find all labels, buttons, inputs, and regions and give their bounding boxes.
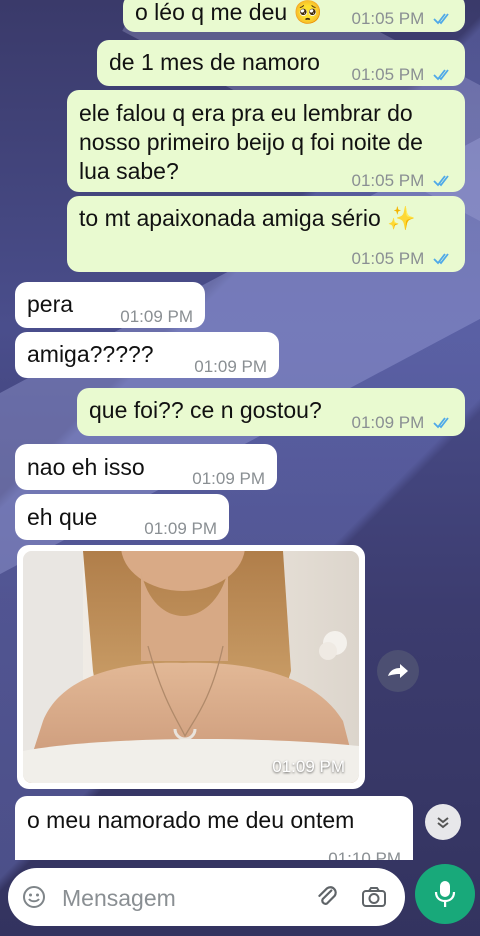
message-text: pera	[27, 291, 74, 317]
chevron-down-icon	[437, 817, 449, 829]
message-bubble-incoming[interactable]: eh que 01:09 PM	[15, 494, 229, 540]
message-bubble-outgoing[interactable]: ele falou q era pra eu lembrar do nosso …	[67, 90, 465, 192]
message-text: to mt apaixonada amiga sério ✨	[79, 205, 416, 231]
message-time: 01:09 PM	[352, 408, 454, 437]
voice-message-button[interactable]	[415, 864, 475, 924]
forward-button[interactable]	[377, 650, 419, 692]
read-ticks-icon	[433, 417, 449, 429]
message-time: 01:05 PM	[352, 60, 454, 89]
necklace-photo-illustration	[23, 551, 359, 783]
message-time: 01:09 PM	[192, 469, 265, 488]
message-bubble-outgoing[interactable]: to mt apaixonada amiga sério ✨ 01:05 PM	[67, 196, 465, 272]
message-text: o léo q me deu 🥺	[135, 0, 323, 25]
camera-icon[interactable]	[361, 885, 387, 909]
message-time: 01:09 PM	[120, 307, 193, 326]
message-bubble-outgoing[interactable]: de 1 mes de namoro 01:05 PM	[97, 40, 465, 86]
read-ticks-icon	[433, 69, 449, 81]
message-bubble-incoming[interactable]: o meu namorado me deu ontem 01:10 PM	[15, 796, 413, 860]
message-text: amiga?????	[27, 341, 154, 367]
read-ticks-icon	[433, 253, 449, 265]
message-bubble-incoming[interactable]: pera 01:09 PM	[15, 282, 205, 328]
scroll-down-button[interactable]	[425, 804, 461, 840]
message-time: 01:05 PM	[352, 166, 454, 195]
message-bubble-incoming[interactable]: nao eh isso 01:09 PM	[15, 444, 277, 490]
forward-icon	[388, 664, 408, 678]
necklace-photo[interactable]: 01:09 PM	[23, 551, 359, 783]
message-bubble-outgoing[interactable]: o léo q me deu 🥺 01:05 PM	[123, 0, 465, 32]
message-text: nao eh isso	[27, 454, 145, 480]
message-time: 01:09 PM	[144, 519, 217, 538]
read-ticks-icon	[433, 13, 449, 25]
message-bubble-incoming[interactable]: amiga????? 01:09 PM	[15, 332, 279, 378]
message-text: eh que	[27, 504, 98, 530]
photo-message[interactable]: 01:09 PM	[17, 545, 365, 789]
message-input[interactable]	[60, 880, 294, 916]
attach-icon[interactable]	[314, 884, 340, 910]
photo-time: 01:09 PM	[272, 757, 345, 776]
message-text: de 1 mes de namoro	[109, 49, 320, 75]
message-composer	[8, 868, 405, 926]
message-text: que foi?? ce n gostou?	[89, 397, 322, 423]
message-time: 01:05 PM	[352, 244, 454, 273]
message-time: 01:10 PM	[328, 849, 401, 860]
mic-icon	[434, 881, 456, 907]
message-bubble-outgoing[interactable]: que foi?? ce n gostou? 01:09 PM	[77, 388, 465, 436]
emoji-icon[interactable]	[22, 885, 46, 909]
message-text: o meu namorado me deu ontem	[27, 807, 355, 833]
message-time: 01:05 PM	[352, 4, 454, 33]
message-time: 01:09 PM	[194, 357, 267, 376]
read-ticks-icon	[433, 175, 449, 187]
